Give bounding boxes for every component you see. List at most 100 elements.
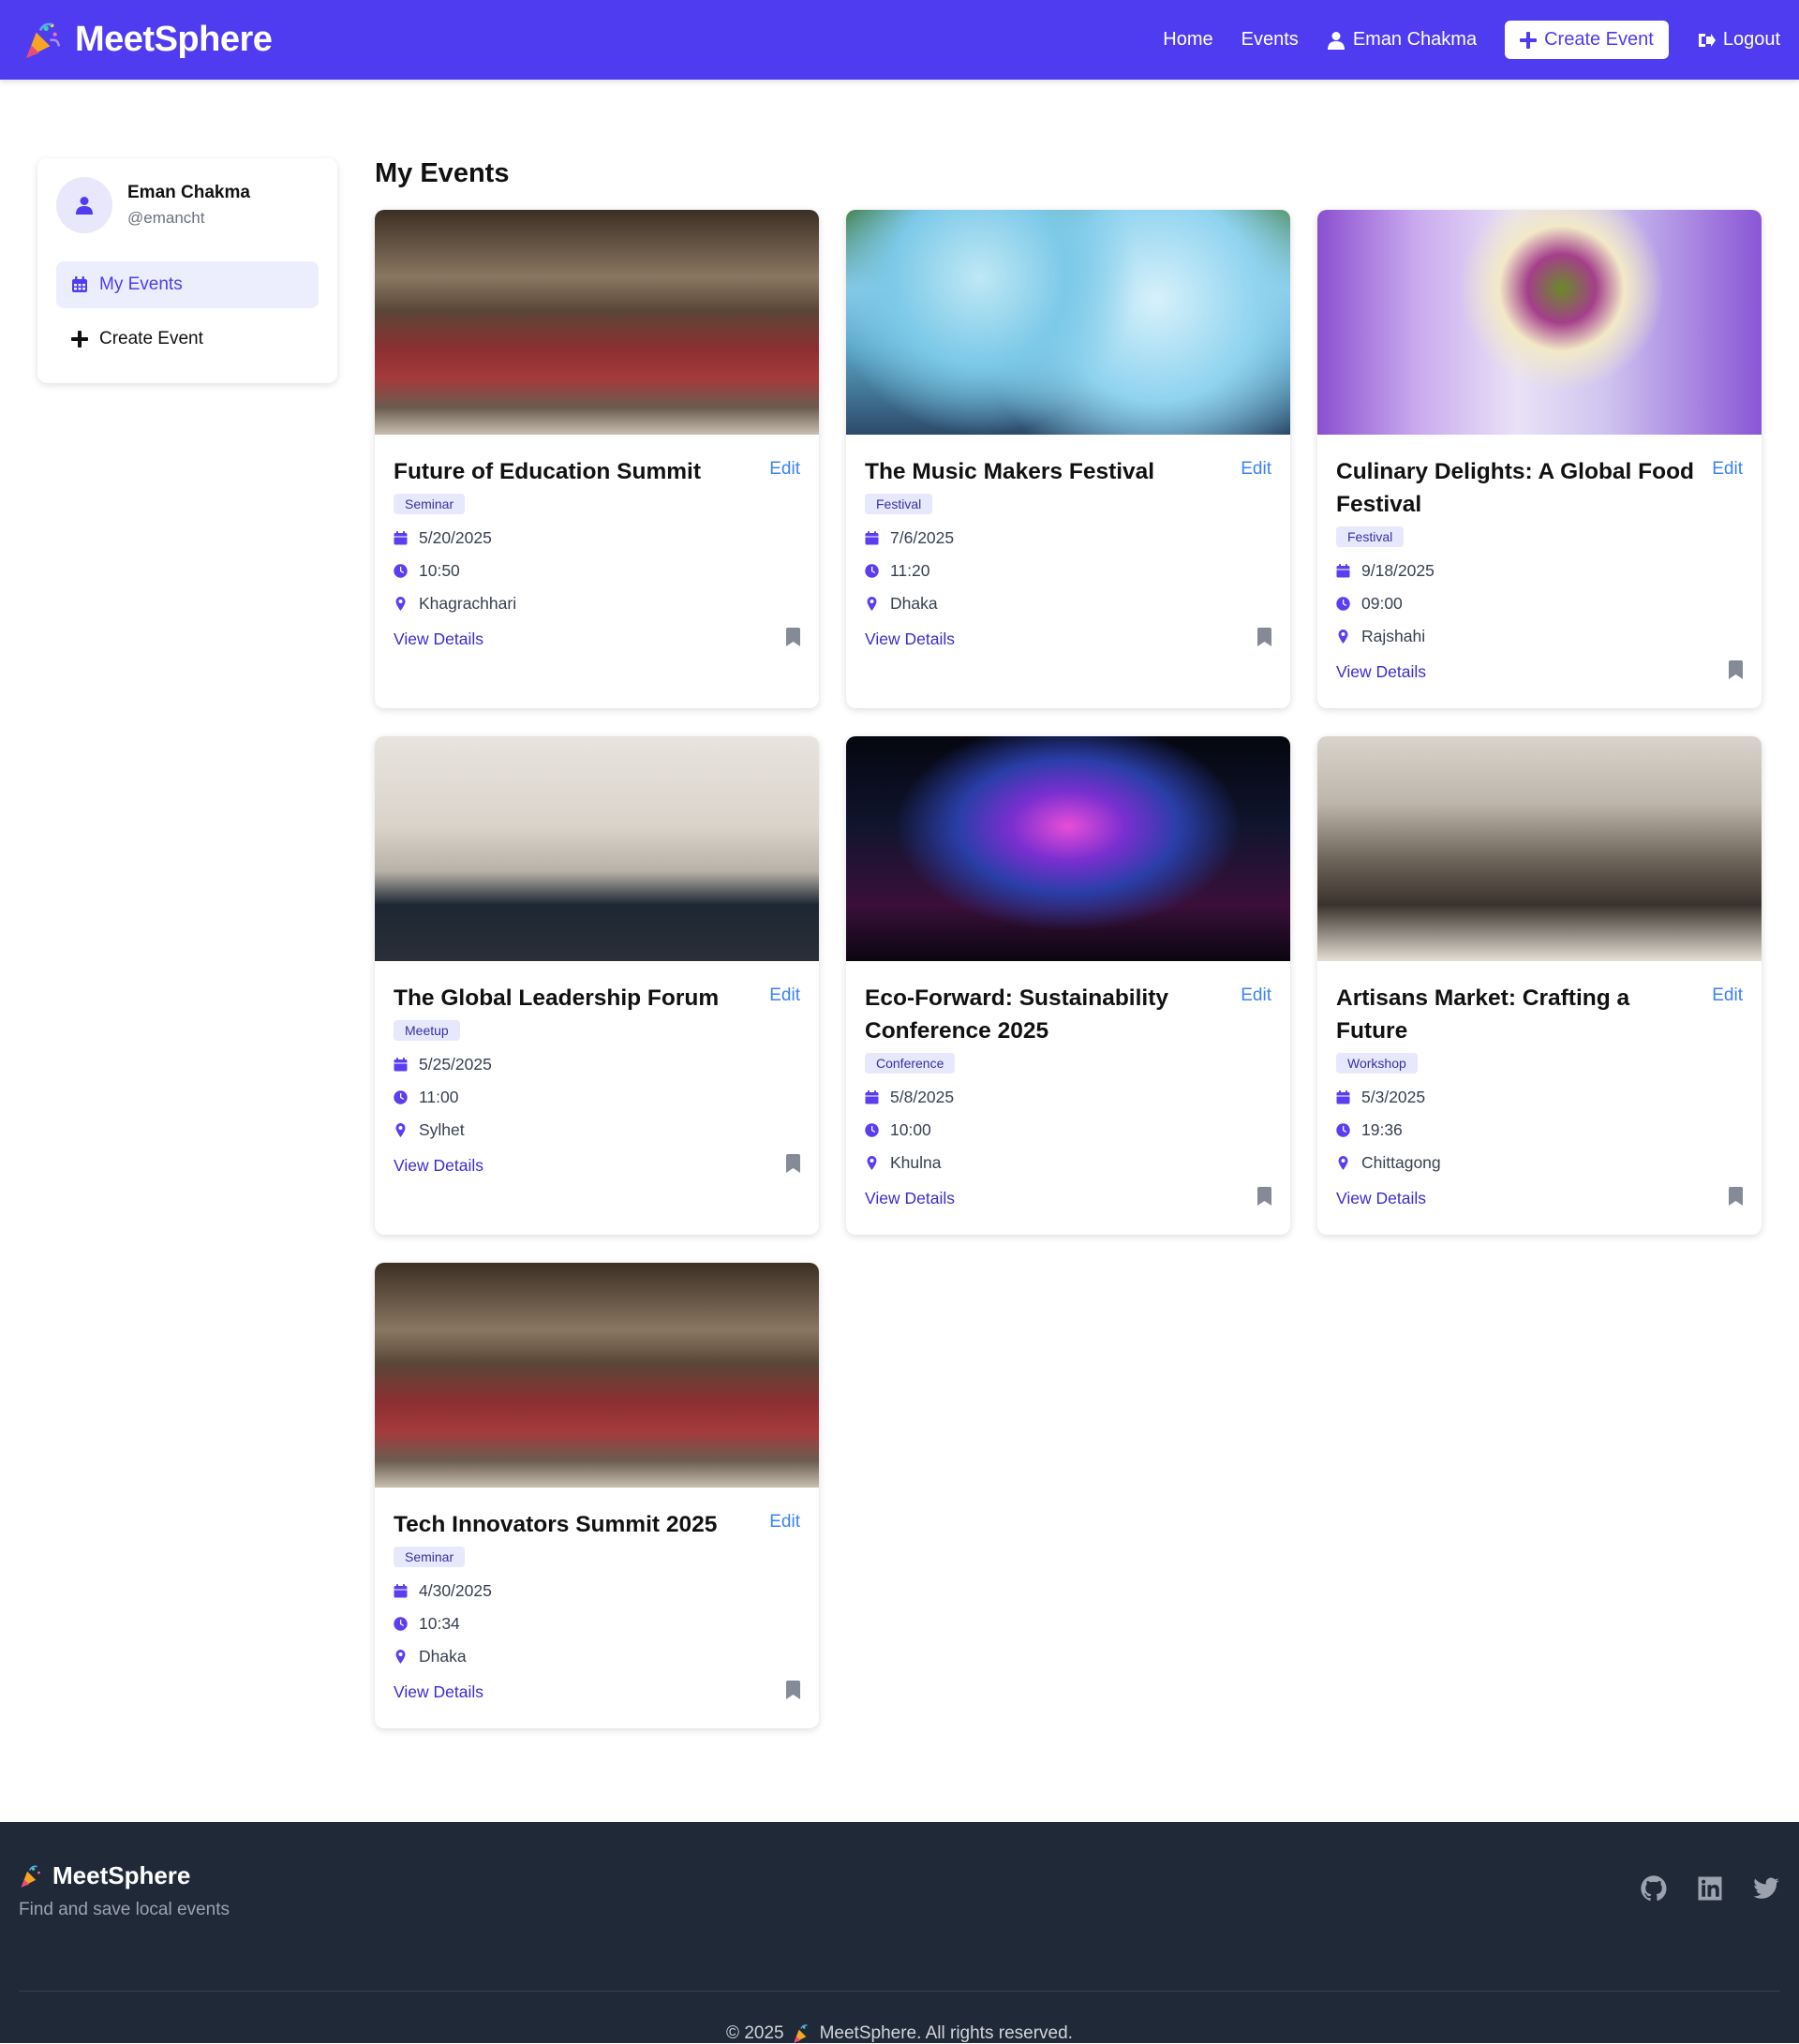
clock-icon xyxy=(394,1090,408,1104)
bookmark-icon[interactable] xyxy=(1729,660,1743,679)
event-title[interactable]: The Music Makers Festival xyxy=(865,455,1154,488)
bookmark-button[interactable] xyxy=(1729,1187,1743,1210)
sidebar-item-create-event[interactable]: Create Event xyxy=(56,316,319,363)
event-card-footer: View Details xyxy=(394,1154,800,1178)
bookmark-button[interactable] xyxy=(1257,1187,1271,1210)
nav-create-event-button[interactable]: Create Event xyxy=(1505,21,1669,59)
party-popper-icon xyxy=(793,2024,808,2043)
event-title[interactable]: Future of Education Summit xyxy=(394,455,701,488)
github-icon[interactable] xyxy=(1640,1874,1668,1903)
logout-icon xyxy=(1698,33,1716,47)
page-title: My Events xyxy=(375,158,510,188)
event-card-header: Artisans Market: Crafting a Future Edit xyxy=(1336,982,1743,1047)
view-details-link[interactable]: View Details xyxy=(865,1189,955,1208)
view-details-link[interactable]: View Details xyxy=(394,629,483,649)
event-time: 19:36 xyxy=(1336,1114,1743,1147)
user-icon xyxy=(1327,31,1345,50)
category-badge: Seminar xyxy=(394,1547,466,1567)
event-title[interactable]: The Global Leadership Forum xyxy=(394,982,719,1015)
copyright-text: MeetSphere. All rights reserved. xyxy=(819,2023,1073,2043)
event-image[interactable] xyxy=(375,1263,819,1488)
event-card[interactable]: Future of Education Summit Edit Seminar … xyxy=(375,210,819,708)
event-title[interactable]: Tech Innovators Summit 2025 xyxy=(394,1508,717,1541)
bookmark-button[interactable] xyxy=(786,1681,800,1704)
event-time-text: 19:36 xyxy=(1361,1120,1403,1139)
calendar-icon xyxy=(394,531,408,545)
event-card[interactable]: Eco-Forward: Sustainability Conference 2… xyxy=(846,736,1290,1235)
view-details-link[interactable]: View Details xyxy=(865,629,955,649)
sidebar-item-my-events[interactable]: My Events xyxy=(56,261,319,308)
map-pin-icon xyxy=(867,1156,877,1170)
edit-event-link[interactable]: Edit xyxy=(769,1508,800,1533)
view-details-link[interactable]: View Details xyxy=(394,1156,483,1176)
bookmark-icon[interactable] xyxy=(1257,1187,1271,1206)
event-card-header: Eco-Forward: Sustainability Conference 2… xyxy=(865,982,1271,1047)
event-card[interactable]: Culinary Delights: A Global Food Festiva… xyxy=(1317,210,1762,708)
edit-event-link[interactable]: Edit xyxy=(769,982,800,1006)
event-time: 09:00 xyxy=(1336,587,1743,620)
event-image[interactable] xyxy=(375,736,819,961)
event-image[interactable] xyxy=(846,210,1290,435)
nav-logout[interactable]: Logout xyxy=(1697,29,1780,51)
view-details-link[interactable]: View Details xyxy=(1336,1189,1426,1208)
bookmark-button[interactable] xyxy=(786,628,800,651)
event-title[interactable]: Culinary Delights: A Global Food Festiva… xyxy=(1336,455,1701,521)
bookmark-button[interactable] xyxy=(786,1154,800,1178)
event-time: 10:50 xyxy=(394,555,800,587)
user-icon xyxy=(76,197,93,215)
nav-create-label: Create Event xyxy=(1544,29,1654,50)
bookmark-icon[interactable] xyxy=(786,1154,800,1173)
event-location-text: Chittagong xyxy=(1361,1153,1441,1172)
edit-event-link[interactable]: Edit xyxy=(1241,455,1271,480)
nav-home[interactable]: Home xyxy=(1163,29,1212,51)
event-card[interactable]: Artisans Market: Crafting a Future Edit … xyxy=(1317,736,1762,1235)
nav-user[interactable]: Eman Chakma xyxy=(1327,29,1477,51)
social-links xyxy=(1640,1861,1780,1903)
event-card-footer: View Details xyxy=(865,1187,1271,1210)
map-pin-icon xyxy=(395,597,406,611)
plus-icon xyxy=(1520,31,1538,49)
footer-top: MeetSphere Find and save local events xyxy=(19,1861,1780,1992)
bookmark-button[interactable] xyxy=(1729,660,1743,684)
event-image[interactable] xyxy=(846,736,1290,961)
edit-event-link[interactable]: Edit xyxy=(769,455,800,480)
event-card[interactable]: The Music Makers Festival Edit Festival … xyxy=(846,210,1290,708)
event-card-header: Future of Education Summit Edit xyxy=(394,455,800,488)
event-date-text: 5/25/2025 xyxy=(419,1055,492,1074)
nav-events[interactable]: Events xyxy=(1241,29,1299,51)
twitter-icon[interactable] xyxy=(1752,1874,1780,1903)
bookmark-icon[interactable] xyxy=(1257,628,1271,646)
event-image[interactable] xyxy=(1317,210,1762,435)
event-image[interactable] xyxy=(375,210,819,435)
bookmark-icon[interactable] xyxy=(786,628,800,646)
event-card[interactable]: Tech Innovators Summit 2025 Edit Seminar… xyxy=(375,1263,819,1728)
view-details-link[interactable]: View Details xyxy=(394,1682,483,1702)
footer-brand[interactable]: MeetSphere xyxy=(19,1861,230,1890)
event-card-body: Artisans Market: Crafting a Future Edit … xyxy=(1317,961,1762,1235)
main-content: My Events Future of Education Summit Edi… xyxy=(375,158,1762,1728)
map-pin-icon xyxy=(395,1650,406,1664)
event-title[interactable]: Artisans Market: Crafting a Future xyxy=(1336,982,1701,1047)
brand[interactable]: MeetSphere xyxy=(22,20,273,60)
event-time-text: 10:34 xyxy=(419,1614,460,1633)
view-details-link[interactable]: View Details xyxy=(1336,662,1426,682)
linkedin-icon[interactable] xyxy=(1696,1874,1724,1903)
event-date: 7/6/2025 xyxy=(865,522,1271,555)
edit-event-link[interactable]: Edit xyxy=(1241,982,1271,1006)
map-pin-icon xyxy=(1338,629,1348,644)
bookmark-icon[interactable] xyxy=(786,1681,800,1699)
edit-event-link[interactable]: Edit xyxy=(1712,982,1743,1006)
event-title[interactable]: Eco-Forward: Sustainability Conference 2… xyxy=(865,982,1229,1047)
event-time: 11:00 xyxy=(394,1081,800,1114)
bookmark-icon[interactable] xyxy=(1729,1187,1743,1206)
event-date-text: 5/20/2025 xyxy=(419,528,492,547)
event-card[interactable]: The Global Leadership Forum Edit Meetup … xyxy=(375,736,819,1235)
plus-icon xyxy=(71,331,88,348)
bookmark-button[interactable] xyxy=(1257,628,1271,651)
event-card-header: The Global Leadership Forum Edit xyxy=(394,982,800,1015)
party-popper-icon xyxy=(26,22,61,58)
edit-event-link[interactable]: Edit xyxy=(1712,455,1743,480)
event-image[interactable] xyxy=(1317,736,1762,961)
category-badge: Conference xyxy=(865,1053,956,1074)
event-location-text: Sylhet xyxy=(419,1120,465,1139)
